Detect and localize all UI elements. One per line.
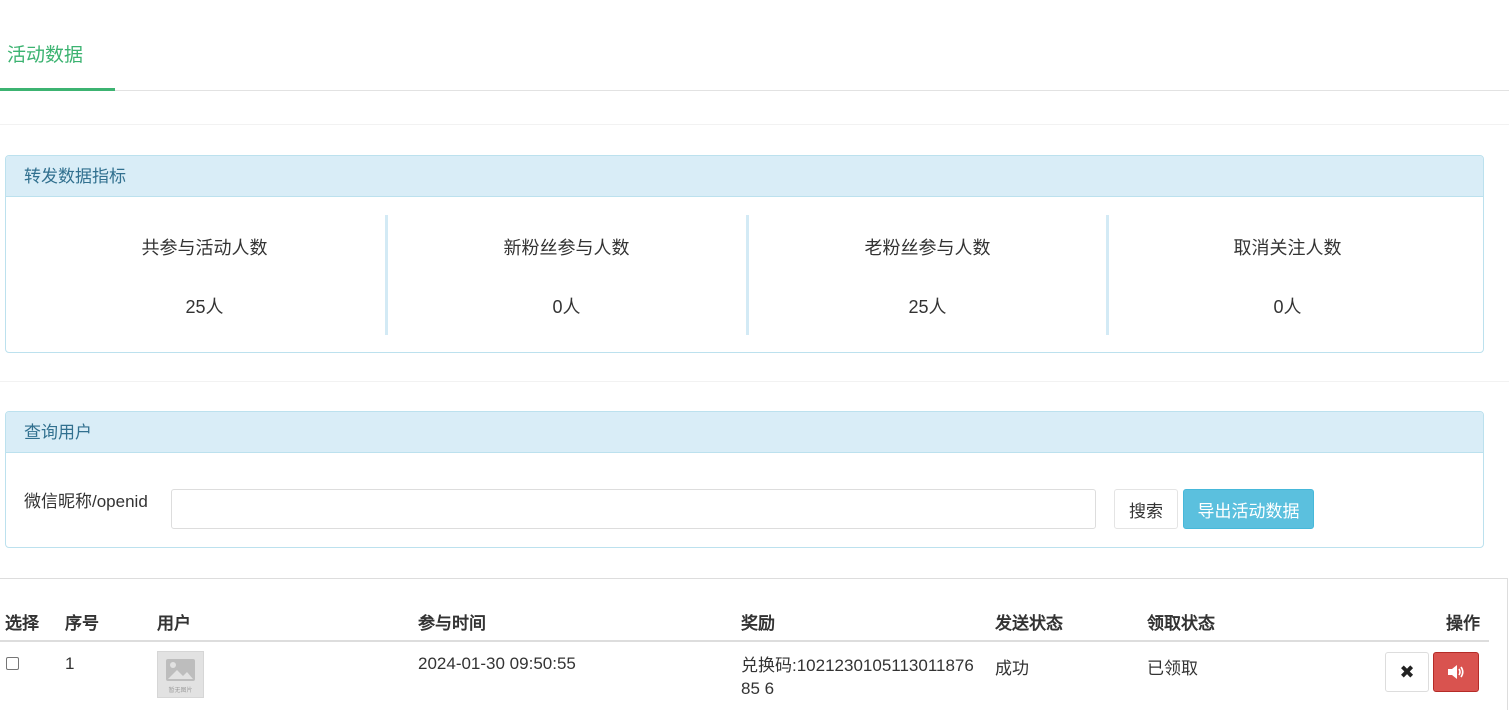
avatar-placeholder-text: 暂无图片: [168, 686, 192, 694]
divider: [0, 381, 1509, 382]
stat-label: 新粉丝参与人数: [503, 238, 630, 258]
notify-button[interactable]: [1433, 652, 1479, 692]
row-time: 2024-01-30 09:50:55: [418, 654, 576, 673]
search-panel: 查询用户 微信昵称/openid 搜索 导出活动数据: [5, 411, 1484, 548]
row-select-checkbox[interactable]: [6, 657, 19, 670]
volume-icon: [1448, 665, 1464, 679]
participants-table: 选择 序号 用户 参与时间 奖励 发送状态 领取状态 操作 1 暂无图片 202…: [0, 578, 1508, 710]
user-avatar: 暂无图片: [157, 651, 204, 698]
search-input[interactable]: [171, 489, 1096, 529]
search-field-label: 微信昵称/openid: [24, 492, 148, 511]
stat-total-participants: 共参与活动人数 25人: [24, 215, 385, 335]
row-reward: 兑换码:102123010511301187685 6: [741, 656, 974, 698]
row-claim-status: 已领取: [1147, 659, 1198, 678]
stats-panel: 转发数据指标 共参与活动人数 25人 新粉丝参与人数 0人 老粉丝参与人数 25…: [5, 155, 1484, 353]
header-select: 选择: [5, 614, 39, 633]
header-claim-status: 领取状态: [1147, 614, 1215, 633]
tab-activity-data[interactable]: 活动数据: [0, 0, 115, 91]
stat-value: 0人: [1273, 297, 1302, 317]
tab-activity-data-label: 活动数据: [7, 45, 84, 66]
stat-value: 25人: [908, 297, 947, 317]
search-form: 微信昵称/openid 搜索 导出活动数据: [6, 453, 1483, 547]
header-divider: [0, 640, 1489, 642]
stat-label: 共参与活动人数: [141, 238, 268, 258]
stat-label: 取消关注人数: [1233, 238, 1342, 258]
stat-value: 25人: [185, 297, 224, 317]
header-index: 序号: [65, 614, 99, 633]
stat-value: 0人: [552, 297, 581, 317]
stat-old-fans: 老粉丝参与人数 25人: [747, 215, 1108, 335]
header-reward: 奖励: [741, 614, 775, 633]
row-index: 1: [65, 654, 75, 673]
stat-unfollow: 取消关注人数 0人: [1107, 215, 1468, 335]
header-time: 参与时间: [418, 614, 486, 633]
header-actions: 操作: [1446, 614, 1480, 633]
stat-new-fans: 新粉丝参与人数 0人: [386, 215, 747, 335]
export-data-button[interactable]: 导出活动数据: [1183, 489, 1314, 529]
delete-button[interactable]: ✖: [1385, 652, 1429, 692]
close-icon: ✖: [1399, 661, 1415, 682]
header-user: 用户: [157, 614, 191, 633]
tab-bar: 活动数据: [0, 0, 1509, 91]
stats-row: 共参与活动人数 25人 新粉丝参与人数 0人 老粉丝参与人数 25人 取消关注人…: [6, 197, 1483, 352]
row-send-status: 成功: [995, 659, 1029, 678]
divider: [0, 124, 1509, 125]
header-send-status: 发送状态: [995, 614, 1063, 633]
search-panel-title: 查询用户: [6, 412, 1483, 453]
stat-label: 老粉丝参与人数: [864, 238, 991, 258]
stats-panel-title: 转发数据指标: [6, 156, 1483, 197]
search-button[interactable]: 搜索: [1114, 489, 1178, 529]
